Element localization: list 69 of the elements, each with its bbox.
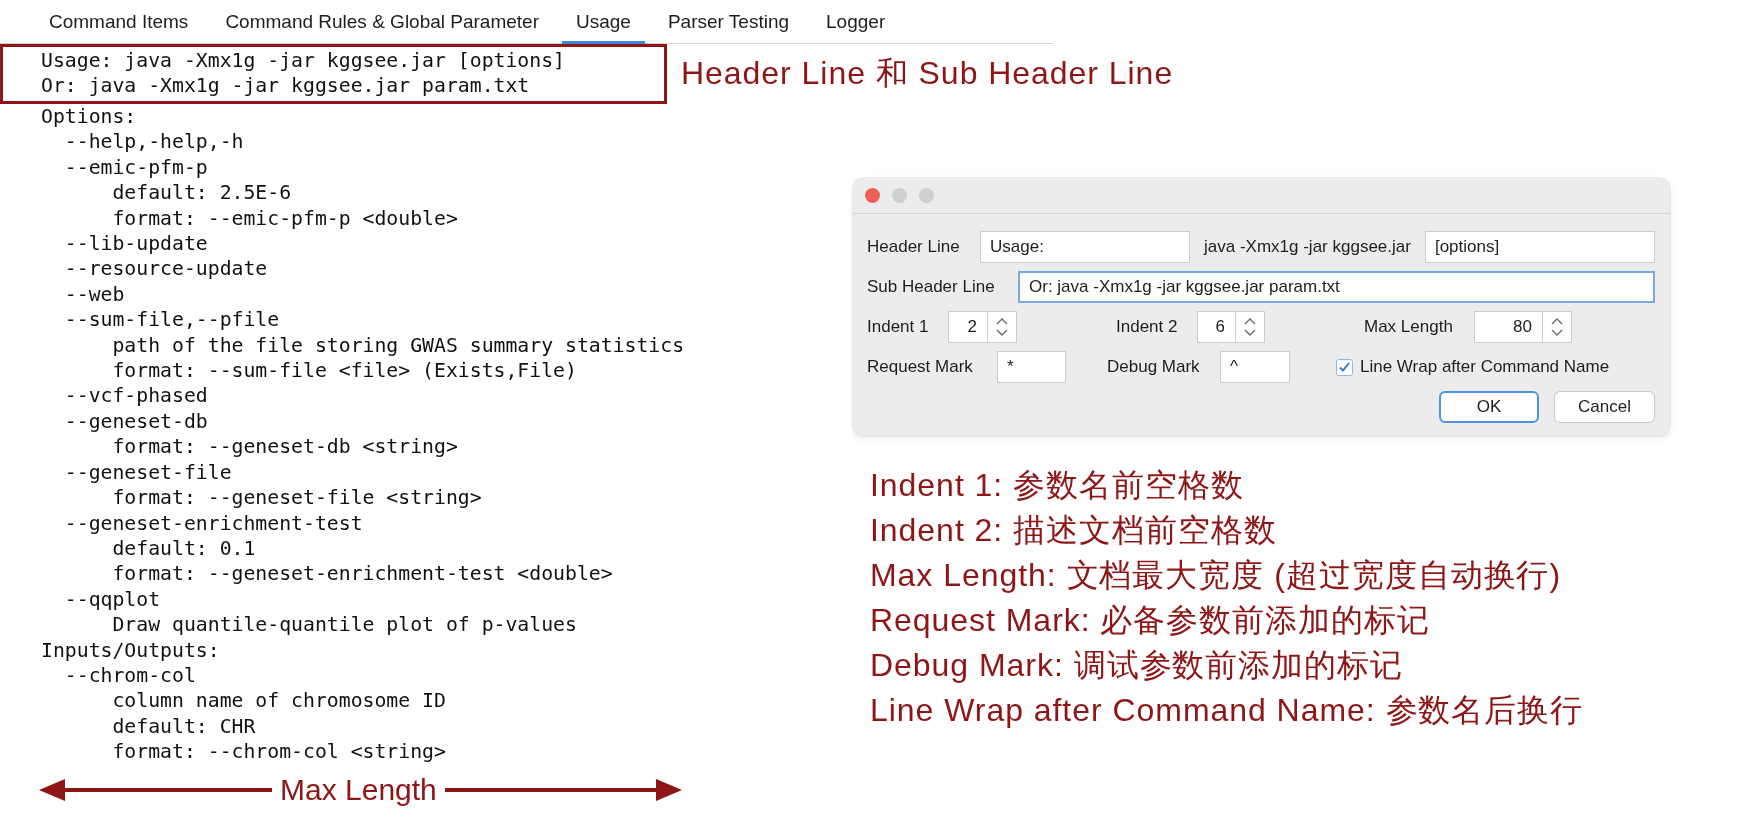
annotation-text: Request Mark: 必备参数前添加的标记 (870, 601, 1430, 640)
option-detail: format: --sum-file <file> (Exists,File) (112, 358, 577, 384)
field-label: Indent 2 (1116, 317, 1179, 337)
option-name: --resource-update (64, 256, 268, 282)
checkbox-label: Line Wrap after Command Name (1360, 357, 1610, 377)
stepper-button[interactable] (1236, 311, 1265, 343)
field-label: Request Mark (867, 357, 974, 377)
section-heading: Inputs/Outputs: (41, 637, 220, 663)
tab[interactable]: Command Rules & Global Parameter (211, 0, 553, 44)
field-label: Indent 1 (867, 317, 930, 337)
option-detail: default: 0.1 (112, 535, 256, 562)
option-name: --web (64, 281, 125, 308)
stepper-button[interactable] (988, 311, 1017, 343)
tab[interactable]: Command Items (35, 0, 203, 44)
option-name: --emic-pfm-p (64, 154, 208, 181)
dialog-button[interactable]: OK (1439, 391, 1539, 423)
header-line: Or: java -Xmx1g -jar kggsee.jar param.txt (41, 73, 530, 99)
option-detail: format: --emic-pfm-p <double> (112, 205, 458, 232)
option-name: --qqplot (64, 586, 161, 613)
max-length-label: Max Length (280, 771, 437, 808)
tab[interactable]: Parser Testing (653, 0, 804, 44)
option-name: --sum-file,--pfile (64, 307, 280, 333)
dialog-button[interactable]: Cancel (1554, 391, 1655, 423)
text-field[interactable]: Usage: (980, 231, 1190, 263)
option-detail: Draw quantile-quantile plot of p-values (112, 612, 577, 638)
checkbox[interactable] (1336, 358, 1353, 376)
up-down-chevron-icon (996, 317, 1008, 337)
text-field[interactable]: ^ (1220, 351, 1290, 383)
option-detail: default: 2.5E-6 (112, 180, 292, 206)
up-down-chevron-icon (1551, 317, 1563, 337)
option-detail: format: --geneset-file <string> (112, 485, 482, 511)
option-detail: path of the file storing GWAS summary statistics (112, 332, 685, 359)
number-field[interactable]: 80 (1474, 311, 1543, 343)
option-name: --lib-update (64, 231, 208, 257)
option-name: --help,-help,-h (64, 129, 244, 155)
option-name: --geneset-db (64, 408, 208, 435)
annotation-text: Indent 1: 参数名前空格数 (870, 466, 1244, 505)
text-field[interactable]: [options] (1424, 231, 1655, 263)
header-line: Usage: java -Xmx1g -jar kggsee.jar [options] (41, 48, 565, 74)
option-detail: format: --chrom-col <string> (112, 739, 446, 765)
field-label: Debug Mark (1107, 357, 1201, 377)
option-detail: column name of chromosome ID (112, 688, 446, 714)
option-name: --chrom-col (64, 662, 196, 689)
tab[interactable]: Usage (562, 0, 645, 44)
option-detail: default: CHR (112, 713, 256, 740)
check-icon (1339, 362, 1350, 372)
tab[interactable]: Logger (812, 0, 900, 44)
annotation-text: Max Length: 文档最大宽度 (超过宽度自动换行) (870, 556, 1562, 595)
close-button[interactable] (865, 188, 880, 203)
field-label: Max Length (1364, 317, 1454, 337)
number-field[interactable]: 2 (948, 311, 988, 343)
number-field[interactable]: 6 (1197, 311, 1236, 343)
field-label: Header Line (867, 237, 961, 257)
option-name: --vcf-phased (64, 383, 208, 409)
option-name: --geneset-enrichment-test (64, 510, 363, 536)
annotation-text: Line Wrap after Command Name: 参数名后换行 (870, 691, 1584, 730)
text-field[interactable]: Or: java -Xmx1g -jar kggsee.jar param.txt (1018, 271, 1655, 303)
section-heading: Options: (41, 104, 137, 130)
option-detail: format: --geneset-enrichment-test <double> (112, 561, 613, 587)
annotation-text: Debug Mark: 调试参数前添加的标记 (870, 646, 1404, 685)
up-down-chevron-icon (1244, 317, 1256, 337)
header-annotation: Header Line 和 Sub Header Line (681, 54, 1174, 93)
option-name: --geneset-file (64, 459, 232, 486)
command-text: java -Xmx1g -jar kggsee.jar (1204, 237, 1411, 257)
stepper-button[interactable] (1543, 311, 1572, 343)
option-detail: format: --geneset-db <string> (112, 434, 458, 460)
field-label: Sub Header Line (867, 277, 996, 297)
text-field[interactable]: * (997, 351, 1066, 383)
annotation-text: Indent 2: 描述文档前空格数 (870, 511, 1277, 550)
